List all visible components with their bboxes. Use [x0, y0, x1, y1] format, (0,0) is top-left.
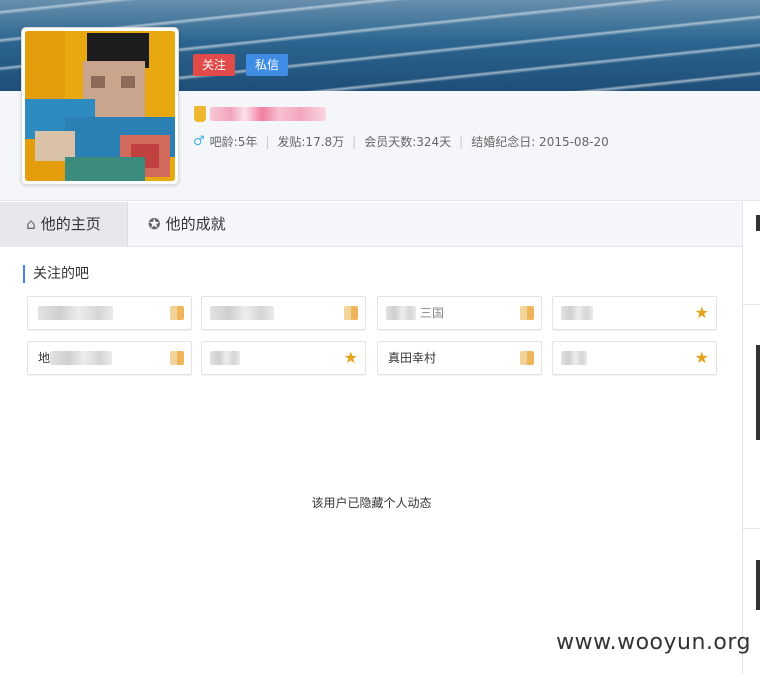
forum-name-blurred: [386, 306, 416, 320]
username: [194, 104, 326, 124]
sidebar-line: [743, 528, 760, 529]
medal-icon: ✪: [148, 215, 161, 233]
forum-name-blurred: [561, 306, 593, 320]
forum-name: 地: [38, 351, 51, 365]
follow-button[interactable]: 关注: [193, 54, 236, 76]
sidebar-line: [743, 304, 760, 305]
profile-tabs: ⌂ 他的主页 ✪ 他的成就: [0, 202, 743, 247]
hidden-activity-message: 该用户已隐藏个人动态: [311, 496, 432, 510]
forum-name-blurred: [50, 351, 112, 365]
forum-item[interactable]: ★: [552, 341, 717, 375]
level-badge-icon: [520, 306, 534, 320]
user-stats: ♂ 吧龄:5年 | 发贴:17.8万 | 会员天数:324天 | 结婚纪念日: …: [193, 133, 609, 150]
sidebar-divider: [742, 202, 743, 674]
sidebar-mark: [756, 345, 760, 440]
level-badge-icon: [170, 306, 184, 320]
forum-name-blurred: [210, 306, 274, 320]
forum-name-blurred: [38, 306, 113, 320]
stat-member-days: 会员天数:324天: [364, 135, 452, 149]
sidebar-mark: [756, 215, 760, 231]
member-crown-icon: [194, 106, 206, 122]
stat-separator: |: [459, 134, 464, 149]
level-badge-icon: [170, 351, 184, 365]
tab-home[interactable]: ⌂ 他的主页: [0, 202, 128, 247]
username-blurred: [210, 107, 326, 121]
forum-item[interactable]: ★: [552, 296, 717, 330]
star-level-icon: ★: [694, 303, 709, 322]
male-icon: ♂: [193, 134, 205, 149]
stat-anniversary: 结婚纪念日: 2015-08-20: [471, 135, 609, 149]
forum-name: 真田幸村: [388, 351, 437, 365]
forum-item[interactable]: 真田幸村: [377, 341, 542, 375]
star-level-icon: ★: [694, 348, 709, 367]
stat-posts: 发贴:17.8万: [277, 135, 345, 149]
tab-achievements[interactable]: ✪ 他的成就: [148, 202, 226, 247]
forum-item[interactable]: [27, 296, 192, 330]
home-icon: ⌂: [26, 215, 36, 233]
forum-item[interactable]: [201, 296, 366, 330]
section-title: 关注的吧: [23, 265, 89, 283]
stat-separator: |: [352, 134, 357, 149]
level-badge-icon: [344, 306, 358, 320]
message-button[interactable]: 私信: [246, 54, 289, 76]
tab-achievements-label: 他的成就: [165, 215, 226, 233]
stat-age: 吧龄:5年: [209, 135, 258, 149]
forum-name-blurred: [210, 351, 240, 365]
forum-item[interactable]: 三国: [377, 296, 542, 330]
forum-name: 三国: [420, 306, 445, 320]
forum-name-blurred: [561, 351, 587, 365]
avatar-image: [25, 31, 175, 181]
sidebar-mark: [756, 560, 760, 610]
forum-item[interactable]: ★: [201, 341, 366, 375]
forum-item[interactable]: 地: [27, 341, 192, 375]
stat-separator: |: [265, 134, 270, 149]
star-level-icon: ★: [343, 348, 358, 367]
watermark: www.wooyun.org: [556, 630, 751, 655]
tab-home-label: 他的主页: [40, 215, 101, 233]
avatar[interactable]: [21, 27, 179, 185]
level-badge-icon: [520, 351, 534, 365]
